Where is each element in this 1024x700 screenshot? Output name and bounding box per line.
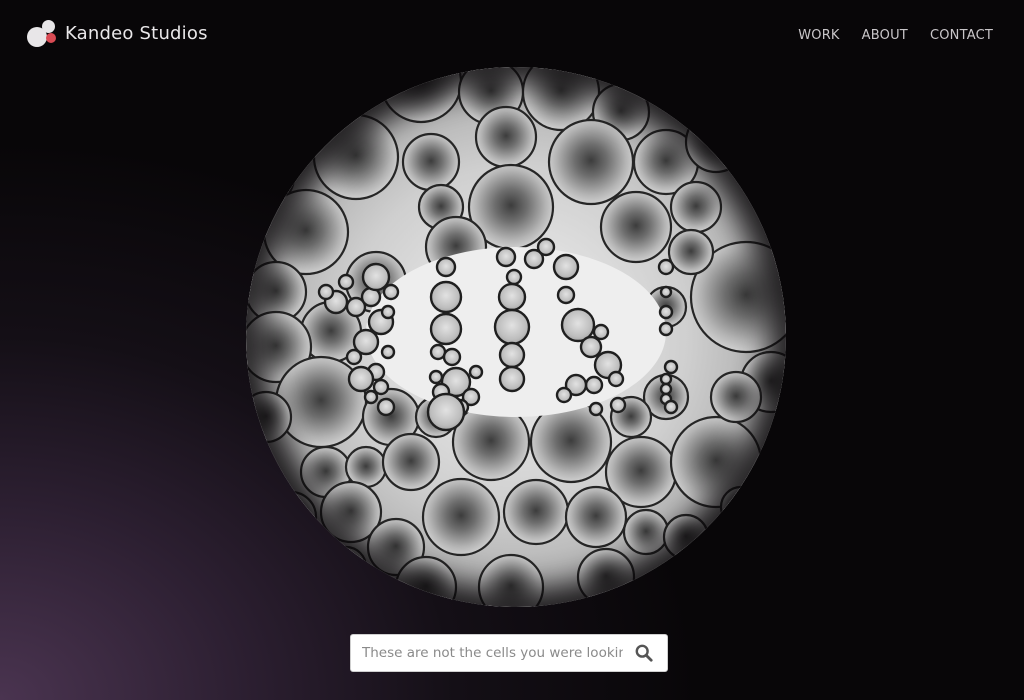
nav-item-contact[interactable]: CONTACT [930,28,993,43]
cell [719,485,763,529]
cell-small [345,348,363,366]
brand-link[interactable]: Kandeo Studios [27,18,208,48]
cell [421,477,501,557]
cell-small [363,389,379,405]
cell-small [555,386,573,404]
cell-small [429,280,463,314]
cell [394,555,458,607]
cell-small [442,347,462,367]
cell [564,485,628,549]
cell [709,370,763,424]
cell-small [497,282,527,312]
cell-small [584,375,604,395]
cell-small [468,364,484,380]
cell-small [552,253,580,281]
search-input[interactable] [351,636,623,670]
cell-small [659,382,673,396]
cell-small [579,335,603,359]
cell [401,132,461,192]
cell [664,555,728,607]
cell [259,540,313,594]
cell-small [609,396,627,414]
cell [474,105,538,169]
cell-small [505,268,523,286]
cells-404-illustration [246,67,786,607]
cell [622,508,670,556]
cell-small [372,378,390,396]
cell-small [663,359,679,375]
cell [246,390,293,444]
cell-small [659,285,673,299]
cell-small [498,365,526,393]
cell [694,70,758,134]
cell-small [380,344,396,360]
cell-small [435,256,457,278]
cell-small [347,365,375,393]
cell [381,432,441,492]
cell-small [658,304,674,320]
cell-small [556,285,576,305]
brand-name: Kandeo Studios [65,22,208,44]
cell-small [658,321,674,337]
cell [667,228,715,276]
cell-small [592,323,610,341]
cell-small [588,401,604,417]
cell-small [376,397,396,417]
cell-small [380,304,396,320]
cell [257,78,325,146]
cell-small [657,258,675,276]
cell [264,490,318,544]
cell-small [426,392,466,432]
nav-item-work[interactable]: WORK [798,28,839,43]
cell-small [337,273,355,291]
cell-small [493,308,531,346]
brand-logo-icon [27,18,59,48]
search-form [350,634,668,672]
cell-small [382,283,400,301]
cell [324,545,368,589]
cell-small [607,370,625,388]
cell [576,547,636,607]
cell [669,180,723,234]
cell-small [536,237,556,257]
cell [502,478,570,546]
cell-small [495,246,517,268]
cell-small [317,283,335,301]
cell-small [361,262,391,292]
cell-small [663,399,679,415]
cell [662,513,710,561]
site-header: Kandeo Studios WORK ABOUT CONTACT [0,0,1024,70]
cell [599,190,673,264]
cell [684,110,748,174]
cell-small [429,312,463,346]
cell-small [498,341,526,369]
microscope-view [246,67,786,607]
main-nav: WORK ABOUT CONTACT [798,28,993,43]
cell [379,67,463,124]
cell [547,118,635,206]
cell-small [428,369,444,385]
search-button[interactable] [623,635,665,671]
cell-small [659,372,673,386]
cell [312,113,400,201]
search-icon [635,644,653,662]
nav-item-about[interactable]: ABOUT [862,28,908,43]
cell [477,553,545,607]
cell [669,415,763,509]
